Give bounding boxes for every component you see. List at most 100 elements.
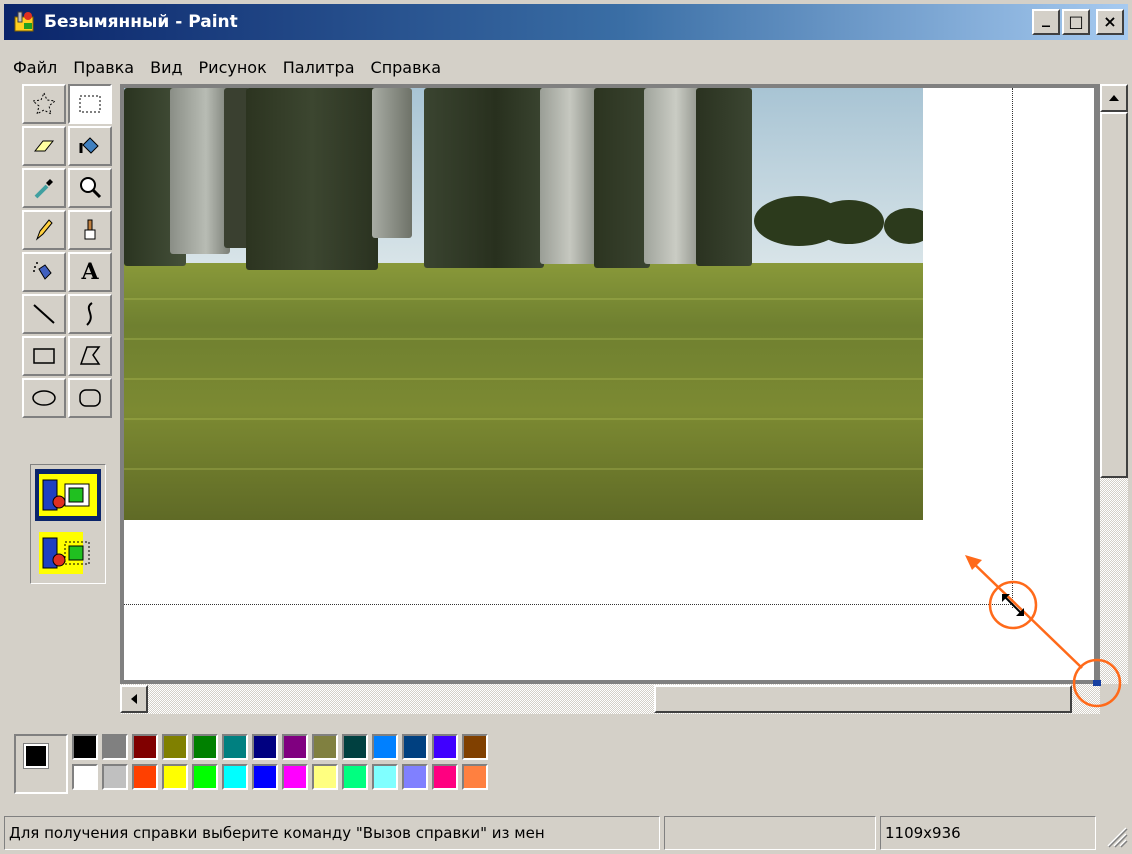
eyedropper-icon xyxy=(34,179,53,199)
status-help-text: Для получения справки выберите команду "… xyxy=(4,816,660,850)
palette-swatch[interactable] xyxy=(192,764,218,790)
palette-swatch[interactable] xyxy=(372,734,398,760)
pencil-icon xyxy=(35,219,53,241)
eraser-icon xyxy=(33,140,55,152)
arrow-left-icon xyxy=(131,694,137,704)
palette-swatch[interactable] xyxy=(222,764,248,790)
status-bar: Для получения справки выберите команду "… xyxy=(4,816,1128,850)
tool-pick-color[interactable] xyxy=(22,168,66,208)
menu-bar: Файл Правка Вид Рисунок Палитра Справка xyxy=(4,52,448,82)
rectangle-icon xyxy=(33,348,55,364)
scroll-left-button[interactable] xyxy=(120,685,148,713)
tool-ellipse[interactable] xyxy=(22,378,66,418)
toolbox: A xyxy=(4,84,118,714)
palette-swatch[interactable] xyxy=(252,764,278,790)
tool-curve[interactable] xyxy=(68,294,112,334)
maximize-button[interactable]: □ xyxy=(1062,9,1090,35)
tool-rounded-rect[interactable] xyxy=(68,378,112,418)
tool-brush[interactable] xyxy=(68,210,112,250)
text-icon: A xyxy=(81,259,99,285)
palette-swatch[interactable] xyxy=(162,764,188,790)
tool-polygon[interactable] xyxy=(68,336,112,376)
brush-icon xyxy=(84,219,96,240)
palette-swatch[interactable] xyxy=(222,734,248,760)
tool-airbrush[interactable] xyxy=(22,252,66,292)
menu-help[interactable]: Справка xyxy=(362,58,449,77)
palette-swatch[interactable] xyxy=(402,734,428,760)
airbrush-icon xyxy=(33,262,52,280)
size-grip-icon xyxy=(1107,827,1128,848)
canvas-corner xyxy=(1100,684,1128,714)
resize-preview-bottom-edge xyxy=(124,604,1013,605)
rounded-rect-icon xyxy=(79,389,101,407)
paint-app-icon[interactable] xyxy=(12,9,38,35)
arrow-up-icon xyxy=(1109,95,1119,101)
scroll-up-button[interactable] xyxy=(1100,84,1128,112)
close-button[interactable]: × xyxy=(1096,9,1124,35)
menu-image[interactable]: Рисунок xyxy=(190,58,274,77)
tool-rectangle[interactable] xyxy=(22,336,66,376)
magnifier-icon xyxy=(80,177,102,199)
palette-swatch[interactable] xyxy=(72,734,98,760)
vertical-scroll-thumb[interactable] xyxy=(1100,112,1128,478)
window-size-grip[interactable] xyxy=(1100,820,1128,848)
palette-swatch[interactable] xyxy=(72,764,98,790)
palette-swatch[interactable] xyxy=(402,764,428,790)
palette-swatch[interactable] xyxy=(132,734,158,760)
palette-swatch[interactable] xyxy=(432,734,458,760)
tool-rect-select[interactable] xyxy=(68,84,112,124)
tool-eraser[interactable] xyxy=(22,126,66,166)
palette-swatch[interactable] xyxy=(282,764,308,790)
palette-swatch[interactable] xyxy=(312,734,338,760)
menu-colors[interactable]: Палитра xyxy=(274,58,362,77)
tool-line[interactable] xyxy=(22,294,66,334)
palette-swatch[interactable] xyxy=(252,734,278,760)
status-image-size: 1109x936 xyxy=(880,816,1096,850)
opaque-selection-icon xyxy=(39,474,97,516)
vertical-scrollbar[interactable] xyxy=(1100,84,1128,684)
tool-options xyxy=(30,464,106,584)
canvas-photo-image xyxy=(124,88,923,520)
canvas-area[interactable] xyxy=(120,84,1100,684)
palette-swatch[interactable] xyxy=(342,764,368,790)
tool-magnifier[interactable] xyxy=(68,168,112,208)
menu-file[interactable]: Файл xyxy=(4,58,64,77)
palette-swatch[interactable] xyxy=(462,734,488,760)
free-select-icon xyxy=(31,91,57,116)
palette-swatch[interactable] xyxy=(192,734,218,760)
ellipse-icon xyxy=(32,390,56,406)
rect-select-icon xyxy=(79,95,101,113)
polygon-icon xyxy=(79,346,101,365)
tool-fill[interactable] xyxy=(68,126,112,166)
transparent-selection-option[interactable] xyxy=(35,527,101,579)
palette-swatch[interactable] xyxy=(102,764,128,790)
palette-swatch[interactable] xyxy=(102,734,128,760)
menu-view[interactable]: Вид xyxy=(141,58,189,77)
horizontal-scrollbar[interactable] xyxy=(120,684,1100,714)
palette-swatch[interactable] xyxy=(432,764,458,790)
tool-pencil[interactable] xyxy=(22,210,66,250)
current-colors[interactable] xyxy=(14,734,68,794)
minimize-icon: _ xyxy=(1042,8,1050,27)
close-icon: × xyxy=(1103,12,1117,31)
palette-swatch[interactable] xyxy=(312,764,338,790)
palette-swatch[interactable] xyxy=(372,764,398,790)
palette-swatch[interactable] xyxy=(462,764,488,790)
minimize-button[interactable]: _ xyxy=(1032,9,1060,35)
title-bar[interactable]: Безымянный - Paint _ □ × xyxy=(4,4,1128,40)
window-title: Безымянный - Paint xyxy=(44,12,238,32)
palette-swatch[interactable] xyxy=(342,734,368,760)
palette-swatch[interactable] xyxy=(132,764,158,790)
line-icon xyxy=(33,304,55,324)
menu-edit[interactable]: Правка xyxy=(64,58,141,77)
opaque-selection-option[interactable] xyxy=(35,469,101,521)
tool-free-form-select[interactable] xyxy=(22,84,66,124)
palette-swatch[interactable] xyxy=(162,734,188,760)
tool-text[interactable]: A xyxy=(68,252,112,292)
horizontal-scroll-thumb[interactable] xyxy=(654,685,1072,713)
palette-swatch[interactable] xyxy=(282,734,308,760)
foreground-color xyxy=(23,743,49,769)
fill-bucket-icon xyxy=(79,137,99,154)
transparent-selection-icon xyxy=(39,532,90,574)
status-cursor-position xyxy=(664,816,876,850)
